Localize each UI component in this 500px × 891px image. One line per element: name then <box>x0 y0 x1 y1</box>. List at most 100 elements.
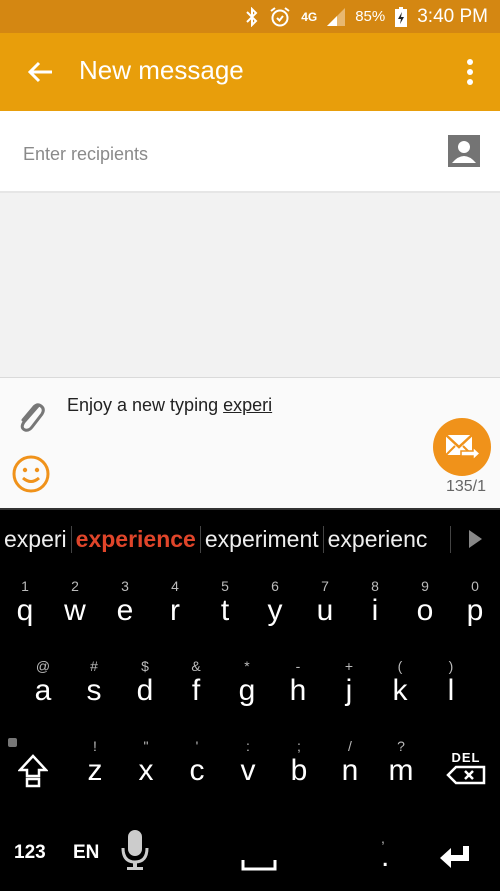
key-secondary-label: ( <box>397 658 403 674</box>
send-mms-icon <box>445 434 482 462</box>
key-label: g <box>238 674 256 707</box>
status-bar: 4G 85% 3:40 PM <box>0 0 500 33</box>
paperclip-icon[interactable] <box>14 398 48 434</box>
key-m[interactable]: ? m <box>376 732 426 804</box>
key-secondary-label: - <box>295 658 301 674</box>
key-z[interactable]: ! z <box>70 732 120 804</box>
send-button[interactable] <box>433 418 491 476</box>
key-label: l <box>447 674 455 707</box>
key-b[interactable]: ; b <box>274 732 324 804</box>
key-secondary-label: ? <box>397 738 405 754</box>
key-label: j <box>345 674 353 707</box>
key-q[interactable]: 1q <box>0 572 50 644</box>
page-title: New message <box>79 55 244 85</box>
key-label: s <box>86 674 102 707</box>
key-label: u <box>316 594 334 627</box>
key-label: a <box>34 674 52 707</box>
key-o[interactable]: 9o <box>400 572 450 644</box>
suggestion-item[interactable]: experienc <box>324 525 451 553</box>
key-secondary-label: ' <box>195 738 199 754</box>
suggestion-bar: experi experience experiment experienc <box>0 510 500 568</box>
key-r[interactable]: 4r <box>150 572 200 644</box>
key-label: d <box>136 674 154 707</box>
key-label: y <box>267 594 283 627</box>
alarm-icon <box>270 6 290 26</box>
shift-lock-indicator <box>8 738 17 747</box>
message-thread-area <box>0 193 500 377</box>
key-secondary-label: * <box>244 658 250 674</box>
arrow-left-icon[interactable] <box>24 55 58 89</box>
signal-icon <box>327 7 346 26</box>
key-k[interactable]: (k <box>375 652 425 724</box>
key-h[interactable]: -h <box>273 652 323 724</box>
key-u[interactable]: 7u <box>300 572 350 644</box>
key-secondary-label: 5 <box>221 578 229 594</box>
enter-icon[interactable] <box>438 844 472 874</box>
key-i[interactable]: 8i <box>350 572 400 644</box>
key-secondary-label: 0 <box>471 578 479 594</box>
key-n[interactable]: / n <box>325 732 375 804</box>
key-t[interactable]: 5t <box>200 572 250 644</box>
key-secondary-label: : <box>246 738 250 754</box>
suggestion-item[interactable]: experi <box>0 525 72 553</box>
key-label: z <box>87 754 103 787</box>
more-vert-icon[interactable] <box>462 57 478 87</box>
suggestion-item-selected[interactable]: experience <box>72 525 201 553</box>
period-key[interactable]: . <box>381 840 389 874</box>
key-label: h <box>289 674 307 707</box>
recipients-placeholder: Enter recipients <box>23 144 149 164</box>
key-l[interactable]: ) l <box>426 652 476 724</box>
compose-bar: Enjoy a new typing experi 135/1 <box>0 377 500 509</box>
key-w[interactable]: 2w <box>50 572 100 644</box>
key-secondary-label: # <box>90 658 98 674</box>
key-secondary-label: & <box>191 658 201 674</box>
key-secondary-label: @ <box>35 658 51 674</box>
key-label: v <box>240 754 256 787</box>
message-input[interactable]: Enjoy a new typing experi <box>67 395 272 416</box>
key-label: q <box>16 594 34 627</box>
key-secondary-label: 9 <box>421 578 429 594</box>
key-secondary-label: 6 <box>271 578 279 594</box>
smiley-icon[interactable] <box>11 454 51 494</box>
composing-word: experi <box>223 395 273 415</box>
key-e[interactable]: 3e <box>100 572 150 644</box>
spacebar-icon[interactable] <box>241 858 277 872</box>
numbers-key[interactable]: 123 <box>14 842 46 864</box>
backspace-icon <box>446 765 486 785</box>
key-label: e <box>116 594 134 627</box>
key-g[interactable]: * g <box>222 652 272 724</box>
network-type: 4G <box>301 9 318 24</box>
key-secondary-label: ! <box>93 738 97 754</box>
microphone-icon[interactable] <box>120 828 150 872</box>
expand-suggestions-icon[interactable] <box>469 530 482 548</box>
character-counter: 135/1 <box>445 478 486 495</box>
key-secondary-label: 3 <box>121 578 129 594</box>
key-p[interactable]: 0p <box>450 572 500 644</box>
key-label: x <box>138 754 154 787</box>
key-c[interactable]: ' c <box>172 732 222 804</box>
battery-charging-icon <box>395 6 408 27</box>
key-d[interactable]: $ d <box>120 652 170 724</box>
key-label: p <box>466 594 484 627</box>
shift-icon[interactable] <box>18 754 48 788</box>
key-secondary-label: $ <box>141 658 149 674</box>
key-x[interactable]: " x <box>121 732 171 804</box>
delete-button[interactable]: DEL <box>445 750 487 794</box>
key-label: t <box>220 594 230 627</box>
contact-icon[interactable] <box>448 135 480 167</box>
key-v[interactable]: :v <box>223 732 273 804</box>
bluetooth-icon <box>246 6 258 27</box>
key-secondary-label: + <box>344 658 354 674</box>
key-j[interactable]: + j <box>324 652 374 724</box>
language-key[interactable]: EN <box>73 842 99 864</box>
key-s[interactable]: # s <box>69 652 119 724</box>
key-y[interactable]: 6y <box>250 572 300 644</box>
key-secondary-label: ; <box>297 738 301 754</box>
key-a[interactable]: @ a <box>18 652 68 724</box>
key-secondary-label: ) <box>448 658 454 674</box>
key-f[interactable]: & f <box>171 652 221 724</box>
recipients-field[interactable]: Enter recipients <box>0 111 500 193</box>
battery-percent: 85% <box>355 8 386 25</box>
key-secondary-label: 7 <box>321 578 329 594</box>
suggestion-item[interactable]: experiment <box>201 525 324 553</box>
